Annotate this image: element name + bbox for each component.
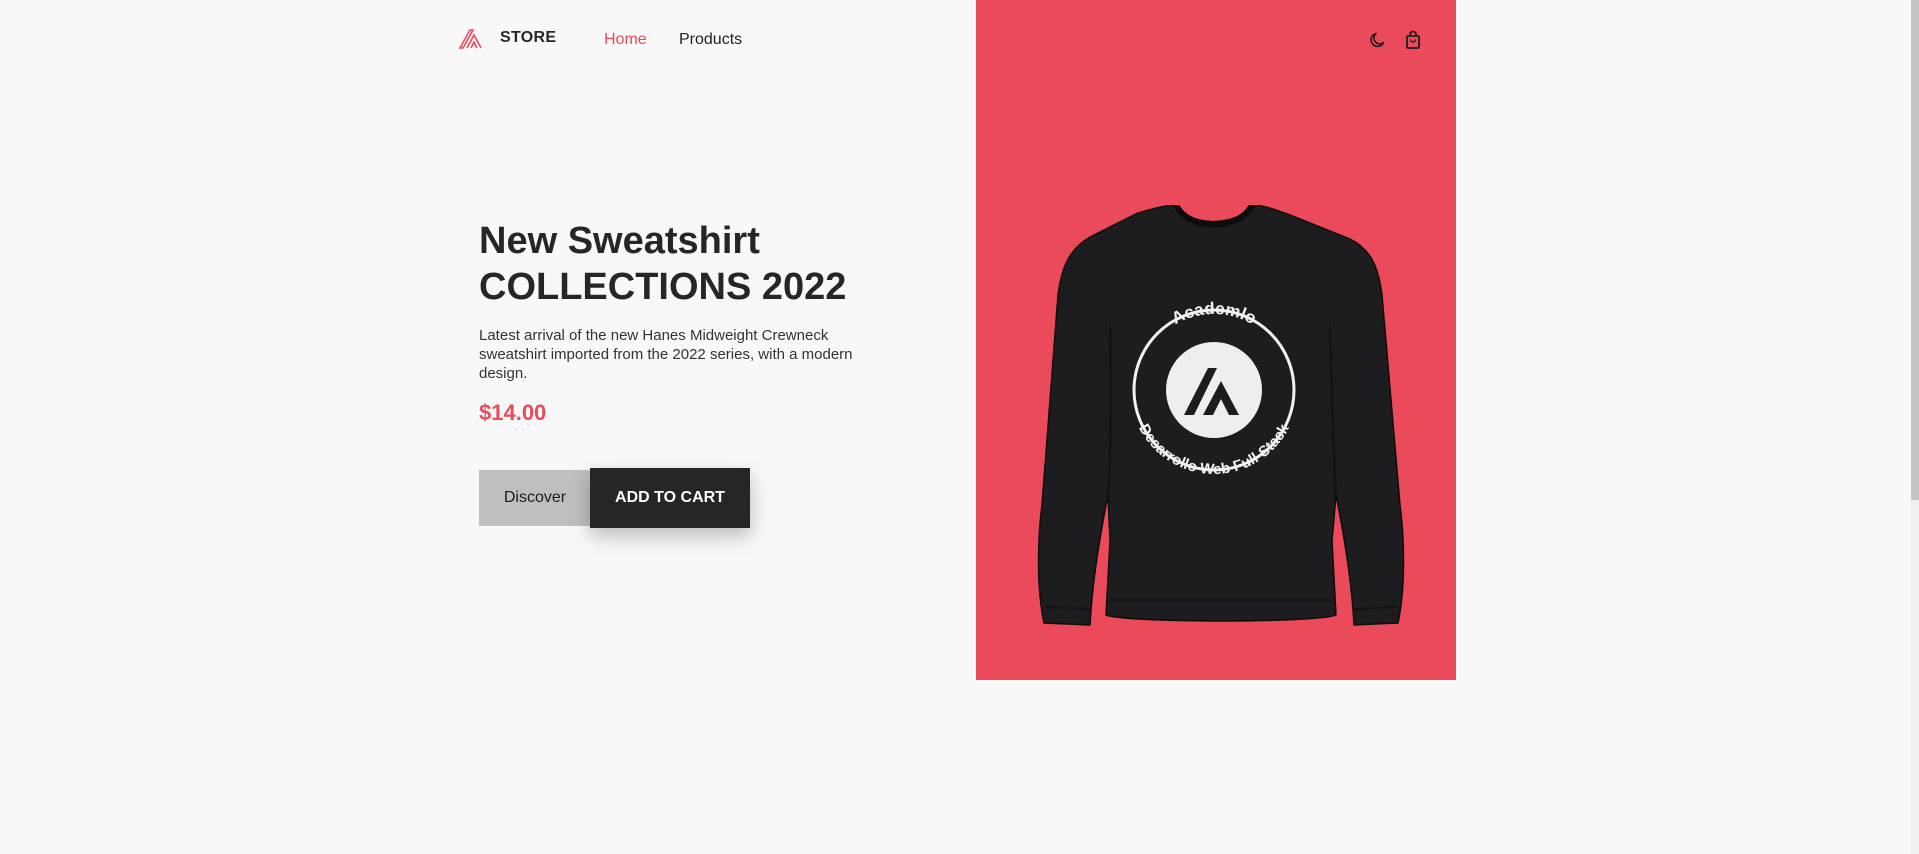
page: STORE Home Products New Sweatshirt COLLE… — [0, 0, 1919, 854]
nav-products[interactable]: Products — [679, 31, 742, 49]
header: STORE Home Products — [0, 0, 1919, 80]
sweatshirt-image: Academlo Desarrollo Web Full-Stack — [1037, 205, 1405, 626]
hero-title-line-2: COLLECTIONS 2022 — [479, 266, 847, 308]
hero-price: $14.00 — [479, 400, 547, 425]
hero-title: New Sweatshirt COLLECTIONS 2022 — [479, 218, 919, 310]
moon-icon[interactable] — [1368, 30, 1388, 50]
logo[interactable]: STORE — [458, 27, 556, 49]
hero-description: Latest arrival of the new Hanes Midweigh… — [479, 327, 853, 382]
shopping-bag-icon[interactable] — [1403, 30, 1423, 50]
hero-title-line-1: New Sweatshirt — [479, 220, 760, 262]
logo-icon — [458, 29, 482, 49]
scrollbar[interactable] — [1911, 0, 1919, 854]
discover-button[interactable]: Discover — [479, 470, 591, 526]
scrollbar-thumb[interactable] — [1911, 0, 1919, 500]
nav-home[interactable]: Home — [604, 31, 647, 49]
add-to-cart-button[interactable]: ADD TO CART — [590, 468, 750, 528]
logo-text: STORE — [500, 29, 557, 46]
